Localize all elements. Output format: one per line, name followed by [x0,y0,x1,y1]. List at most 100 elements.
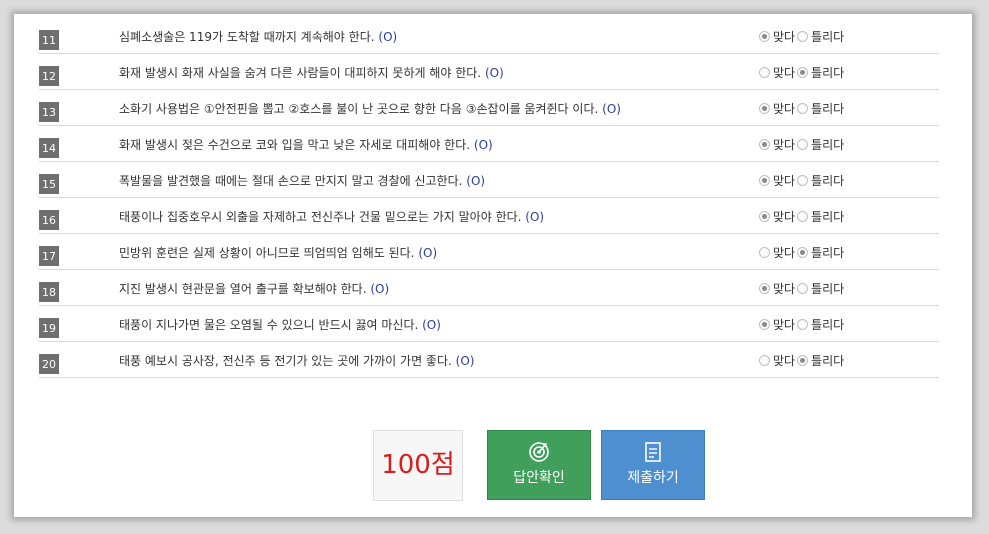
question-row: 13 소화기 사용법은 ①안전핀을 뽑고 ②호스를 불이 난 곳으로 향한 다음… [39,90,939,126]
radio-wrong[interactable] [797,247,809,258]
question-number: 19 [39,318,59,338]
answer-mark: (O) [422,318,441,332]
check-answers-label: 답안확인 [513,470,565,486]
answer-mark: (O) [418,246,438,260]
option-wrong-label: 틀리다 [811,102,845,116]
answer-mark: (O) [525,210,545,224]
question-list: 11 심폐소생술은 119가 도착할 때까지 계속해야 한다. (O) 맞다 틀… [39,18,939,378]
answer-mark: (O) [484,66,504,80]
radio-wrong[interactable] [797,103,809,114]
answer-mark: (O) [378,30,398,44]
question-text: 소화기 사용법은 ①안전핀을 뽑고 ②호스를 불이 난 곳으로 향한 다음 ③손… [119,100,621,117]
question-text-label: 태풍 예보시 공사장, 전신주 등 전기가 있는 곳에 가까이 가면 좋다. [119,354,452,368]
answer-options: 맞다 틀리다 [759,316,844,333]
option-wrong-label: 틀리다 [811,246,845,260]
answer-options: 맞다 틀리다 [759,64,844,81]
radio-right[interactable] [759,139,770,150]
radio-right[interactable] [759,175,770,186]
question-row: 17 민방위 훈련은 실제 상황이 아니므로 띄엄띄엄 임해도 된다. (O) … [39,234,939,270]
option-right-label: 맞다 [773,354,796,368]
question-row: 11 심폐소생술은 119가 도착할 때까지 계속해야 한다. (O) 맞다 틀… [39,18,939,54]
radio-wrong[interactable] [797,211,809,222]
question-row: 19 태풍이 지나가면 물은 오염될 수 있으니 반드시 끓여 마신다. (O)… [39,306,939,342]
question-number: 17 [39,246,59,266]
question-text: 화재 발생시 젖은 수건으로 코와 입을 막고 낮은 자세로 대피해야 한다. … [119,136,493,153]
option-wrong-label: 틀리다 [811,174,845,188]
option-right-label: 맞다 [773,282,796,296]
score-display: 100점 [373,430,463,501]
question-number: 13 [39,102,59,122]
check-answers-button[interactable]: 답안확인 [487,430,591,500]
radio-right[interactable] [759,247,770,258]
option-right-label: 맞다 [773,66,796,80]
option-wrong-label: 틀리다 [811,282,845,296]
question-text-label: 지진 발생시 현관문을 열어 출구를 확보해야 한다. [119,282,367,296]
quiz-card: 11 심폐소생술은 119가 도착할 때까지 계속해야 한다. (O) 맞다 틀… [14,14,972,517]
question-row: 18 지진 발생시 현관문을 열어 출구를 확보해야 한다. (O) 맞다 틀리… [39,270,939,306]
question-row: 15 폭발물을 발견했을 때에는 절대 손으로 만지지 말고 경찰에 신고한다.… [39,162,939,198]
question-text-label: 폭발물을 발견했을 때에는 절대 손으로 만지지 말고 경찰에 신고한다. [119,174,463,188]
option-wrong-label: 틀리다 [811,354,845,368]
question-text-label: 화재 발생시 젖은 수건으로 코와 입을 막고 낮은 자세로 대피해야 한다. [119,138,471,152]
answer-mark: (O) [466,174,486,188]
question-text-label: 소화기 사용법은 ①안전핀을 뽑고 ②호스를 불이 난 곳으로 향한 다음 ③손… [119,102,599,116]
submit-button[interactable]: 제출하기 [601,430,705,500]
option-wrong-label: 틀리다 [811,30,845,44]
question-row: 14 화재 발생시 젖은 수건으로 코와 입을 막고 낮은 자세로 대피해야 한… [39,126,939,162]
question-text: 폭발물을 발견했을 때에는 절대 손으로 만지지 말고 경찰에 신고한다. (O… [119,172,485,189]
question-number: 20 [39,354,59,374]
question-text: 태풍이 지나가면 물은 오염될 수 있으니 반드시 끓여 마신다. (O) [119,316,441,333]
answer-options: 맞다 틀리다 [759,136,844,153]
answer-options: 맞다 틀리다 [759,208,844,225]
answer-options: 맞다 틀리다 [759,352,844,369]
question-text-label: 태풍이나 집중호우시 외출을 자제하고 전신주나 건물 밑으로는 가지 말아야 … [119,210,522,224]
question-text-label: 화재 발생시 화재 사실을 숨겨 다른 사람들이 대피하지 못하게 해야 한다. [119,66,482,80]
answer-options: 맞다 틀리다 [759,172,844,189]
radio-wrong[interactable] [797,319,809,330]
radio-right[interactable] [759,355,770,366]
submit-label: 제출하기 [627,470,679,486]
option-wrong-label: 틀리다 [811,318,845,332]
option-wrong-label: 틀리다 [811,210,845,224]
radio-wrong[interactable] [797,67,809,78]
question-text: 지진 발생시 현관문을 열어 출구를 확보해야 한다. (O) [119,280,389,297]
question-number: 14 [39,138,59,158]
question-text-label: 심폐소생술은 119가 도착할 때까지 계속해야 한다. [119,30,375,44]
option-right-label: 맞다 [773,210,796,224]
radio-right[interactable] [759,319,770,330]
radio-right[interactable] [759,67,770,78]
answer-options: 맞다 틀리다 [759,100,844,117]
question-number: 12 [39,66,59,86]
question-text: 민방위 훈련은 실제 상황이 아니므로 띄엄띄엄 임해도 된다. (O) [119,244,437,261]
option-right-label: 맞다 [773,246,796,260]
question-number: 15 [39,174,59,194]
radio-right[interactable] [759,283,770,294]
answer-options: 맞다 틀리다 [759,280,844,297]
answer-mark: (O) [602,102,621,116]
question-number: 16 [39,210,59,230]
answer-options: 맞다 틀리다 [759,28,844,45]
radio-wrong[interactable] [797,355,809,366]
option-right-label: 맞다 [773,138,796,152]
option-wrong-label: 틀리다 [811,138,845,152]
question-row: 16 태풍이나 집중호우시 외출을 자제하고 전신주나 건물 밑으로는 가지 말… [39,198,939,234]
document-icon [645,442,661,462]
radio-wrong[interactable] [797,175,809,186]
question-text: 태풍 예보시 공사장, 전신주 등 전기가 있는 곳에 가까이 가면 좋다. (… [119,352,474,369]
option-right-label: 맞다 [773,174,796,188]
option-wrong-label: 틀리다 [811,66,845,80]
radio-wrong[interactable] [797,283,809,294]
radio-right[interactable] [759,31,770,42]
answer-mark: (O) [370,282,390,296]
radio-wrong[interactable] [797,139,809,150]
radio-right[interactable] [759,103,770,114]
option-right-label: 맞다 [773,30,796,44]
question-row: 12 화재 발생시 화재 사실을 숨겨 다른 사람들이 대피하지 못하게 해야 … [39,54,939,90]
answer-mark: (O) [473,138,493,152]
question-row: 20 태풍 예보시 공사장, 전신주 등 전기가 있는 곳에 가까이 가면 좋다… [39,342,939,378]
radio-right[interactable] [759,211,770,222]
question-number: 11 [39,30,59,50]
question-text-label: 민방위 훈련은 실제 상황이 아니므로 띄엄띄엄 임해도 된다. [119,246,415,260]
option-right-label: 맞다 [773,318,796,332]
radio-wrong[interactable] [797,31,809,42]
